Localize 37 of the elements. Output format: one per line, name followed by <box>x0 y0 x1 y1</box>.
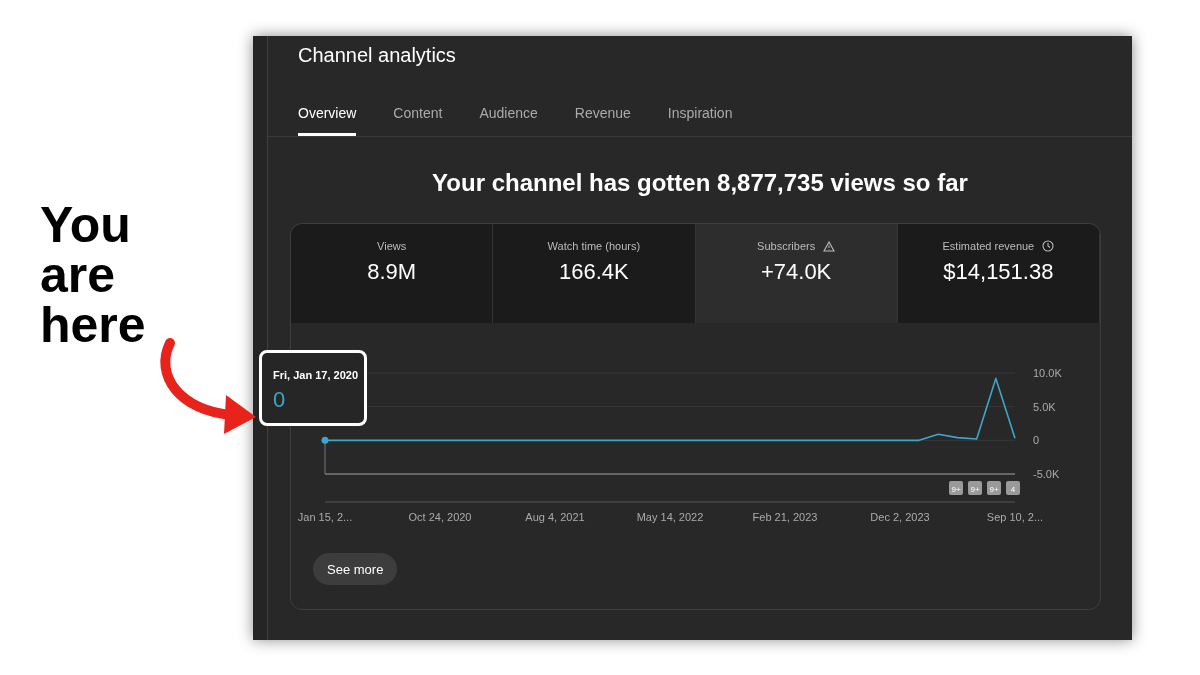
metric-label: Watch time (hours) <box>547 240 641 252</box>
see-more-button[interactable]: See more <box>313 553 398 585</box>
metric-tile[interactable]: Watch time (hours) 166.4K <box>493 224 696 323</box>
tab[interactable]: Revenue <box>574 105 631 136</box>
tab[interactable]: Audience <box>479 105 538 136</box>
metric-label: Views <box>377 240 407 252</box>
hover-dot <box>321 436 329 444</box>
x-axis-label: Dec 2, 2023 <box>870 511 930 523</box>
metric-value: 166.4K <box>559 259 629 285</box>
y-axis-label: 0 <box>1033 434 1040 447</box>
metric-tile[interactable]: Subscribers +74.0K <box>695 224 898 323</box>
y-axis-label: -5.0K <box>1033 468 1060 480</box>
metric-value: 8.9M <box>367 259 417 285</box>
metric-tile[interactable]: Estimated revenue $14,151.38 <box>897 224 1100 323</box>
tooltip-value: 0 <box>273 387 287 413</box>
y-axis-label: 10.0K <box>1033 367 1062 379</box>
tab[interactable]: Overview <box>298 105 357 136</box>
metric-value: $14,151.38 <box>943 259 1054 285</box>
window-title: Channel analytics <box>297 43 457 68</box>
headline: Your channel has gotten 8,877,735 views so far <box>431 169 969 198</box>
metric-tile[interactable]: Views 8.9M <box>291 224 494 323</box>
metric-label: Estimated revenue <box>942 240 1035 252</box>
metric-value: +74.0K <box>760 259 832 285</box>
tooltip-date: Fri, Jan 17, 2020 <box>273 369 359 381</box>
x-axis-label: Oct 24, 2020 <box>408 511 472 523</box>
x-axis-label: Sep 10, 2... <box>986 511 1044 523</box>
x-axis-label: Feb 21, 2023 <box>752 511 818 523</box>
warning-icon <box>823 240 836 252</box>
x-axis-label: Jan 15, 2... <box>297 511 353 523</box>
x-axis-label: Aug 4, 2021 <box>525 511 585 523</box>
metric-label: Subscribers <box>757 240 816 252</box>
tab[interactable]: Content <box>393 105 443 136</box>
y-axis-label: 5.0K <box>1033 400 1056 413</box>
annotation-text: You are here <box>40 200 147 350</box>
x-axis-label: May 14, 2022 <box>636 511 704 523</box>
clock-icon <box>1042 240 1055 252</box>
tab[interactable]: Inspiration <box>667 105 733 136</box>
